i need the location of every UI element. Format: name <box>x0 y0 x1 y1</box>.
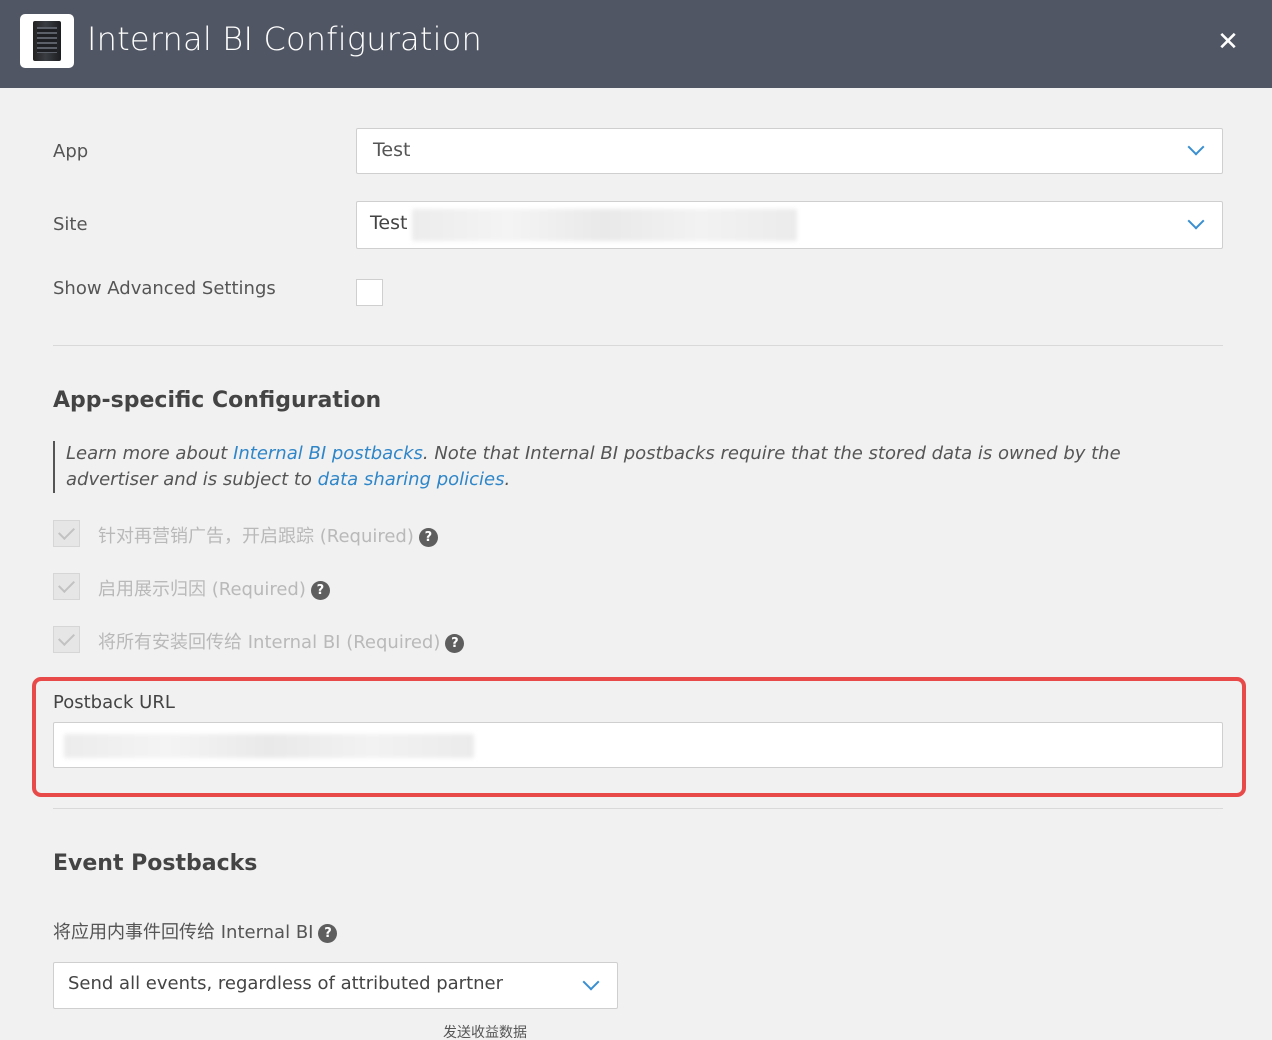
send-events-label: 将应用内事件回传给 Internal BI? <box>53 918 338 944</box>
app-label: App <box>53 141 89 162</box>
postback-url-input[interactable] <box>53 722 1223 768</box>
modal-header: Internal BI Configuration ✕ <box>0 0 1272 88</box>
help-icon[interactable]: ? <box>310 581 330 600</box>
advanced-settings-checkbox[interactable] <box>356 279 383 306</box>
app-select-value: Test <box>373 139 411 161</box>
all-installs-checkbox <box>53 626 80 653</box>
redacted-postback-url <box>64 734 474 758</box>
postback-note: Learn more about Internal BI postbacks. … <box>53 441 1203 493</box>
server-app-icon <box>20 14 74 68</box>
retargeting-label: 针对再营销广告，开启跟踪 (Required) <box>98 526 414 547</box>
data-sharing-policies-link[interactable]: data sharing policies <box>318 469 505 490</box>
view-through-label: 启用展示归因 (Required) <box>98 579 306 600</box>
retargeting-checkbox <box>53 520 80 547</box>
internal-bi-postbacks-link[interactable]: Internal BI postbacks <box>233 443 423 464</box>
divider <box>53 808 1223 809</box>
send-revenue-label: 发送收益数据 <box>443 1025 527 1040</box>
app-config-title: App-specific Configuration <box>53 388 382 413</box>
redacted-site-name <box>412 209 797 241</box>
app-select[interactable]: Test <box>356 128 1223 174</box>
site-select[interactable]: Test <box>356 201 1223 249</box>
site-label: Site <box>53 214 88 235</box>
divider <box>53 345 1223 346</box>
send-events-value: Send all events, regardless of attribute… <box>68 973 504 994</box>
chevron-down-icon <box>1187 138 1205 156</box>
view-through-checkbox <box>53 573 80 600</box>
site-select-value: Test <box>370 212 408 234</box>
postback-url-label: Postback URL <box>53 692 175 713</box>
help-icon[interactable]: ? <box>318 924 338 943</box>
event-postbacks-title: Event Postbacks <box>53 851 258 876</box>
close-button[interactable]: ✕ <box>1213 27 1243 57</box>
all-installs-label: 将所有安装回传给 Internal BI (Required) <box>98 632 441 653</box>
help-icon[interactable]: ? <box>445 634 465 653</box>
send-events-select[interactable]: Send all events, regardless of attribute… <box>53 962 618 1009</box>
chevron-down-icon <box>582 973 600 991</box>
modal-title: Internal BI Configuration <box>87 20 482 58</box>
chevron-down-icon <box>1187 212 1205 230</box>
help-icon[interactable]: ? <box>418 528 438 547</box>
advanced-settings-label: Show Advanced Settings <box>53 278 276 299</box>
